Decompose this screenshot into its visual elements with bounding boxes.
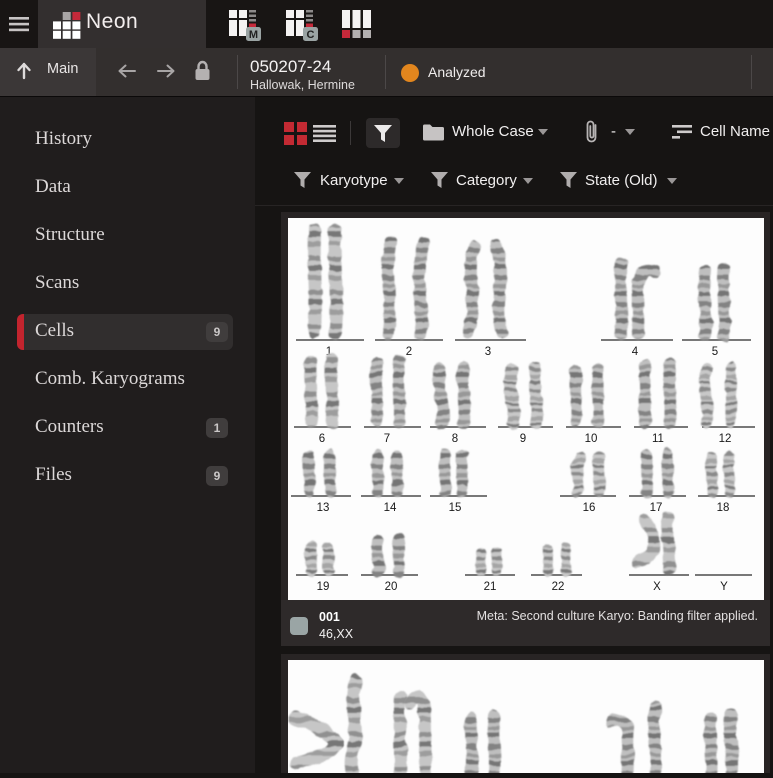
svg-text:10: 10 bbox=[585, 433, 598, 445]
svg-text:12: 12 bbox=[719, 433, 732, 445]
svg-text:C: C bbox=[307, 29, 315, 41]
svg-text:16: 16 bbox=[583, 502, 596, 514]
svg-text:14: 14 bbox=[384, 502, 397, 514]
svg-text:4: 4 bbox=[632, 346, 639, 358]
svg-text:15: 15 bbox=[449, 502, 462, 514]
svg-text:9: 9 bbox=[520, 433, 526, 445]
svg-text:11: 11 bbox=[652, 433, 664, 445]
svg-text:17: 17 bbox=[650, 502, 663, 514]
svg-text:13: 13 bbox=[317, 502, 330, 514]
svg-text:21: 21 bbox=[484, 581, 497, 593]
svg-text:8: 8 bbox=[452, 433, 458, 445]
svg-text:19: 19 bbox=[317, 581, 330, 593]
svg-text:22: 22 bbox=[552, 581, 565, 593]
svg-text:18: 18 bbox=[717, 502, 730, 514]
svg-text:7: 7 bbox=[384, 433, 390, 445]
svg-text:20: 20 bbox=[385, 581, 398, 593]
svg-text:5: 5 bbox=[712, 346, 718, 358]
svg-text:3: 3 bbox=[485, 346, 491, 358]
svg-text:X: X bbox=[653, 581, 661, 593]
svg-text:2: 2 bbox=[406, 346, 412, 358]
svg-text:M: M bbox=[249, 29, 258, 41]
svg-text:Y: Y bbox=[720, 581, 728, 593]
svg-text:6: 6 bbox=[319, 433, 325, 445]
